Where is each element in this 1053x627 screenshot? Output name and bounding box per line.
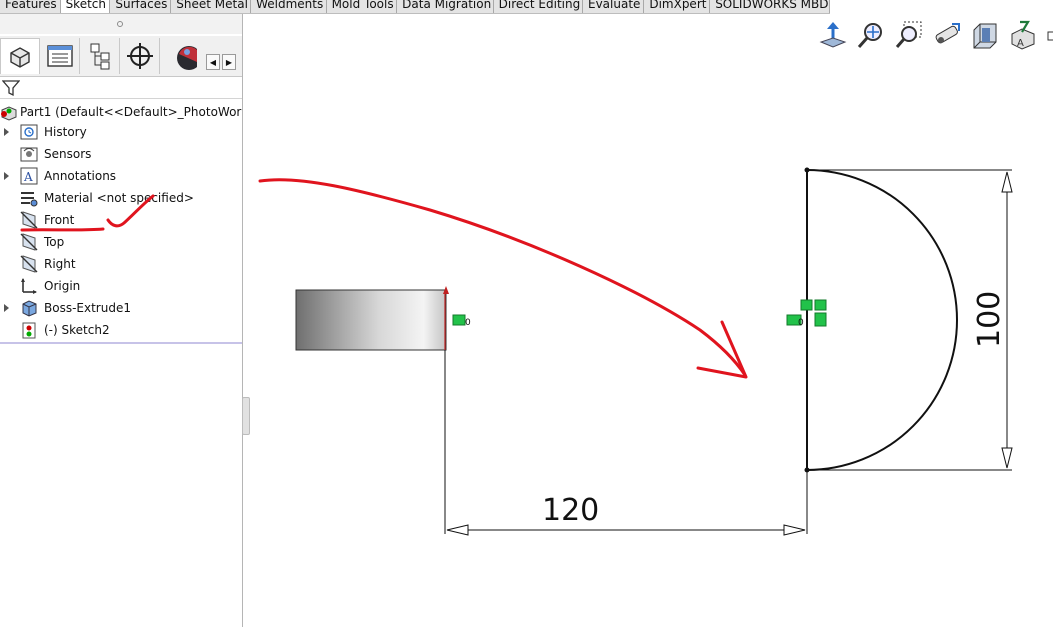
- relation-marker-zero: 0: [465, 318, 471, 328]
- dimension-arrow-up: [1001, 171, 1013, 193]
- annotation-underline: [20, 227, 105, 232]
- relation-marker-d[interactable]: [814, 312, 827, 327]
- graphics-area[interactable]: 0 0: [0, 0, 1053, 627]
- relation-marker-b[interactable]: [814, 299, 827, 311]
- annotation-checkmark: [106, 194, 155, 228]
- relation-marker-zero-2: 0: [798, 318, 804, 328]
- relation-coincident-marker[interactable]: [452, 314, 466, 326]
- sketch-semicircle-arc[interactable]: [806, 169, 958, 471]
- relation-marker-a[interactable]: [800, 299, 813, 311]
- dimension-120-label[interactable]: 120: [542, 493, 599, 528]
- dimension-arrow-down: [1001, 447, 1013, 469]
- boss-extrude-body[interactable]: [295, 289, 447, 351]
- dimension-arrow-right: [783, 524, 806, 536]
- sketch-endpoint-top[interactable]: [804, 167, 810, 173]
- dimension-arrow-left: [446, 524, 469, 536]
- dimension-100-label[interactable]: 100: [972, 291, 1007, 348]
